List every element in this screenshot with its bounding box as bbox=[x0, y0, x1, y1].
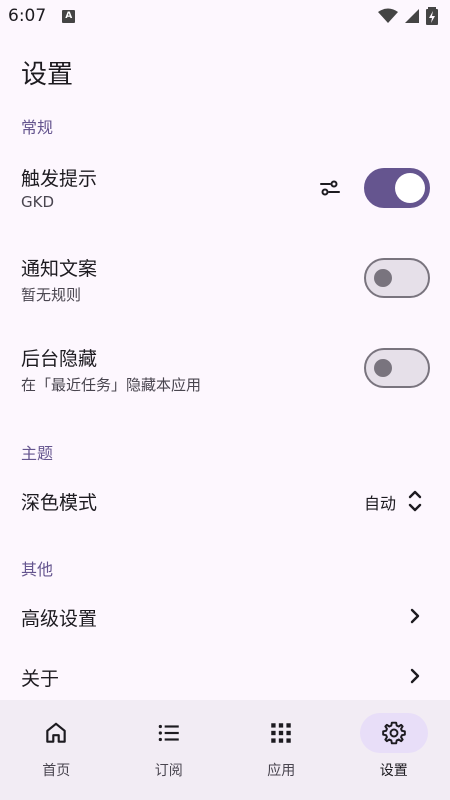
notify-text-title: 通知文案 bbox=[21, 258, 98, 280]
notify-text-row[interactable]: 通知文案 暂无规则 bbox=[0, 248, 450, 314]
hide-background-row[interactable]: 后台隐藏 在「最近任务」隐藏本应用 bbox=[0, 338, 450, 404]
trigger-tip-subtitle: GKD bbox=[21, 193, 55, 211]
about-title: 关于 bbox=[21, 668, 60, 690]
notify-text-subtitle: 暂无规则 bbox=[21, 286, 82, 304]
trigger-tip-toggle[interactable] bbox=[364, 168, 430, 208]
section-header-general: 常规 bbox=[21, 118, 54, 137]
advanced-settings-title: 高级设置 bbox=[21, 608, 98, 630]
nav-item-home[interactable]: 首页 bbox=[0, 700, 113, 800]
toggle-knob bbox=[395, 173, 425, 203]
dark-mode-row[interactable]: 深色模式 自动 bbox=[0, 478, 450, 524]
status-time: 6:07 bbox=[8, 6, 47, 26]
hide-background-title: 后台隐藏 bbox=[21, 348, 98, 370]
apps-grid-icon bbox=[271, 723, 291, 743]
trigger-tip-row[interactable]: 触发提示 GKD bbox=[0, 158, 450, 224]
nav-pill bbox=[135, 713, 203, 753]
wifi-icon bbox=[378, 8, 398, 23]
nav-label-apps: 应用 bbox=[267, 763, 296, 779]
hide-background-subtitle: 在「最近任务」隐藏本应用 bbox=[21, 376, 202, 394]
notification-a-icon: A bbox=[62, 9, 76, 23]
dark-mode-value[interactable]: 自动 bbox=[364, 490, 396, 514]
about-row[interactable]: 关于 bbox=[0, 654, 450, 700]
nav-label-settings: 设置 bbox=[379, 763, 408, 779]
chevron-right-icon bbox=[410, 608, 420, 624]
dark-mode-title: 深色模式 bbox=[21, 492, 98, 514]
battery-charging-icon bbox=[426, 7, 438, 25]
list-icon bbox=[158, 724, 179, 742]
nav-label-subscriptions: 订阅 bbox=[154, 763, 183, 779]
unfold-more-icon[interactable] bbox=[404, 488, 426, 514]
chevron-right-icon bbox=[410, 668, 420, 684]
status-bar: 6:07 A bbox=[0, 0, 450, 32]
section-header-theme: 主题 bbox=[21, 444, 54, 463]
home-icon bbox=[46, 722, 66, 743]
advanced-settings-row[interactable]: 高级设置 bbox=[0, 594, 450, 640]
gear-icon bbox=[381, 721, 406, 745]
toggle-knob bbox=[374, 359, 392, 377]
notify-text-toggle[interactable] bbox=[364, 258, 430, 298]
nav-pill-active bbox=[359, 713, 428, 753]
bottom-nav: 首页 订阅 应用 设置 bbox=[0, 700, 450, 800]
nav-item-subscriptions[interactable]: 订阅 bbox=[113, 700, 226, 800]
nav-pill bbox=[247, 713, 315, 753]
page-title: 设置 bbox=[21, 60, 74, 90]
cell-signal-icon bbox=[405, 9, 419, 23]
nav-item-settings[interactable]: 设置 bbox=[338, 700, 450, 800]
trigger-tip-title: 触发提示 bbox=[21, 168, 98, 190]
hide-background-toggle[interactable] bbox=[364, 348, 430, 388]
status-icons bbox=[378, 7, 438, 25]
nav-label-home: 首页 bbox=[42, 763, 71, 779]
toggle-knob bbox=[374, 269, 392, 287]
section-header-other: 其他 bbox=[21, 560, 54, 579]
nav-pill bbox=[22, 713, 90, 753]
nav-item-apps[interactable]: 应用 bbox=[225, 700, 338, 800]
tune-settings-icon[interactable] bbox=[318, 176, 342, 200]
